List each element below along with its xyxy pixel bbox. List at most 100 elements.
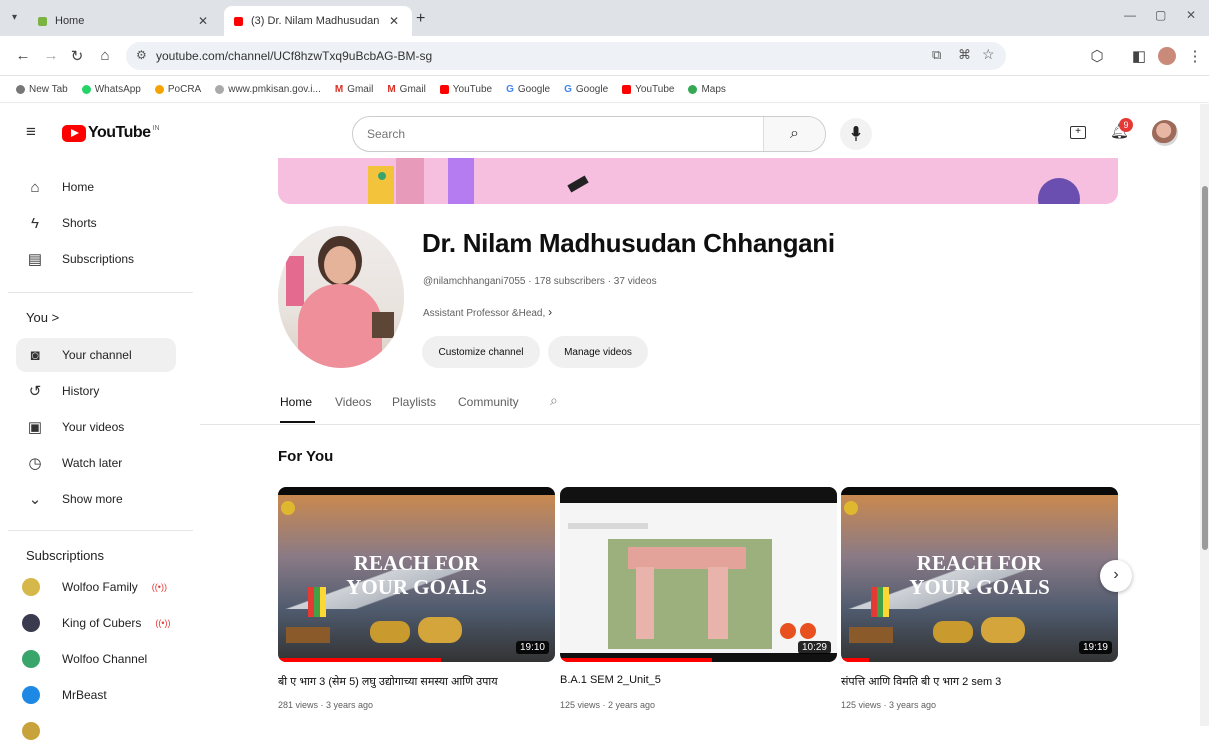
extensions-icon[interactable]: ⬡ [1088,47,1106,65]
reload-icon[interactable]: ↻ [68,47,86,65]
bookmark-whatsapp[interactable]: WhatsApp [81,84,141,95]
side-panel-icon[interactable]: ◧ [1130,47,1148,65]
video-title[interactable]: संपत्ति आणि विमति बी ए भाग 2 sem 3 [841,674,1117,689]
bookmark-youtube[interactable]: YouTube [439,84,492,95]
search-button[interactable]: ⌕ [763,117,825,151]
chevron-right-icon: > [51,310,60,325]
translate-icon[interactable]: ⌘ [958,47,971,63]
bookmark-pocra[interactable]: PoCRA [154,84,201,95]
video-meta: 281 views · 3 years ago [278,700,374,710]
youtube-play-logo-icon [62,124,86,142]
google-icon: G [564,84,572,95]
new-tab-button[interactable]: + [416,10,425,28]
whatsapp-icon [81,85,91,94]
channel-icon: ◙ [30,346,40,364]
channel-description[interactable]: Assistant Professor &Head, › [423,305,552,319]
subscription-item[interactable] [22,714,182,748]
next-videos-button[interactable]: › [1100,560,1132,592]
channel-search-icon[interactable]: ⌕ [550,392,558,409]
browser-tab-youtube[interactable]: (3) Dr. Nilam Madhusudan Chh ✕ [224,6,412,36]
scrollbar-thumb[interactable] [1202,186,1208,550]
account-avatar[interactable] [1152,120,1178,146]
bookmark-gmail[interactable]: M Gmail [335,84,373,95]
close-tab-icon[interactable]: ✕ [389,14,399,28]
thumbnail-photo [628,547,746,569]
browser-toolbar: ← → ↻ ⌂ ⚙ youtube.com/channel/UCf8hzwTxq… [0,36,1209,76]
sidebar-item-watch-later[interactable]: ◷ Watch later [16,446,176,480]
bookmark-google-2[interactable]: G Google [564,84,608,95]
sidebar-item-your-videos[interactable]: ▣ Your videos [16,410,176,444]
sidebar-item-show-more[interactable]: ⌄ Show more [16,482,176,516]
thumbnail-graphic [800,623,816,639]
search-input[interactable] [367,125,767,143]
video-duration: 19:10 [515,641,549,654]
video-thumbnail[interactable]: REACH FOR YOUR GOALS 19:10 [278,487,555,662]
search-icon: ⌕ [790,125,799,142]
forward-icon[interactable]: → [42,47,60,64]
profile-avatar[interactable] [1158,47,1176,65]
bookmark-star-icon[interactable]: ☆ [982,46,995,63]
create-video-icon[interactable]: + [1070,126,1086,139]
video-thumbnail[interactable]: REACH FOR YOUR GOALS 19:19 [841,487,1118,662]
channel-avatar-large[interactable] [278,226,404,368]
video-thumbnail[interactable]: 10:29 [560,487,837,662]
live-indicator-icon: ((•)) [151,582,167,592]
youtube-logo[interactable]: YouTube IN [62,124,160,142]
tab-search-icon[interactable]: ▾ [12,12,17,23]
bookmark-gmail-2[interactable]: M Gmail [387,84,425,95]
back-icon[interactable]: ← [14,47,32,64]
close-window-icon[interactable]: ✕ [1186,8,1196,22]
watch-progress-bar [278,658,442,662]
customize-channel-button[interactable]: Customize channel [422,336,540,368]
tab-community[interactable]: Community [458,395,519,409]
thumbnail-graphic [308,587,326,617]
menu-kebab-icon[interactable]: ⋮ [1186,47,1204,65]
close-tab-icon[interactable]: ✕ [198,14,208,28]
home-icon[interactable]: ⌂ [96,47,114,64]
gmail-icon: M [334,84,344,95]
notification-count-badge: 9 [1119,118,1133,132]
sidebar-item-home[interactable]: ⌂ Home [16,170,176,204]
home-icon: ⌂ [30,178,40,196]
hamburger-menu-icon[interactable]: ≡ [26,122,36,142]
sidebar-you-heading[interactable]: You > [26,310,59,325]
tab-home[interactable]: Home [280,395,312,409]
channel-avatar [22,614,40,632]
subscription-item[interactable]: King of Cubers ((•)) [22,606,182,640]
minimize-icon[interactable]: — [1124,8,1136,22]
bookmark-new-tab[interactable]: New Tab [16,84,68,95]
chevron-right-icon: › [548,305,553,319]
thumbnail-photo [708,567,728,639]
bookmark-youtube-2[interactable]: YouTube [622,84,674,95]
voice-search-button[interactable] [840,118,872,150]
pocra-icon [154,85,164,94]
sidebar-item-history[interactable]: ↺ History [16,374,176,408]
active-tab-indicator [280,421,315,423]
watch-progress-bar [560,658,713,662]
browser-tab-bar: ▾ Home ✕ (3) Dr. Nilam Madhusudan Chh ✕ … [0,0,1209,36]
bookmark-pmkisan[interactable]: www.pmkisan.gov.i... [215,84,321,95]
bookmark-google[interactable]: G Google [506,84,550,95]
maximize-icon[interactable]: ▢ [1155,8,1166,22]
subscription-item[interactable]: Wolfoo Channel [22,642,182,676]
tab-videos[interactable]: Videos [335,395,371,409]
screenshot-icon[interactable]: ⧉ [932,47,941,63]
site-info-icon[interactable]: ⚙ [136,48,147,62]
tab-playlists[interactable]: Playlists [392,395,436,409]
browser-tab-home[interactable]: Home ✕ [28,6,224,36]
manage-videos-button[interactable]: Manage videos [548,336,648,368]
sidebar-item-shorts[interactable]: ϟ Shorts [16,206,176,240]
video-title[interactable]: B.A.1 SEM 2_Unit_5 [560,674,836,686]
subscription-item[interactable]: MrBeast [22,678,182,712]
video-title[interactable]: बी ए भाग 3 (सेम 5) लघु उद्योगाच्या समस्य… [278,674,554,689]
video-duration: 19:19 [1078,641,1112,654]
subscriptions-icon: ▤ [27,251,43,268]
subscription-item[interactable]: Wolfoo Family ((•)) [22,570,182,604]
bookmark-maps[interactable]: Maps [688,84,726,95]
chevron-down-icon: ⌄ [28,491,42,508]
youtube-icon [622,85,632,94]
sidebar-item-your-channel[interactable]: ◙ Your channel [16,338,176,372]
sidebar-item-subscriptions[interactable]: ▤ Subscriptions [16,242,176,276]
address-bar[interactable]: ⚙ youtube.com/channel/UCf8hzwTxq9uBcbAG-… [126,42,1006,70]
channel-name: Dr. Nilam Madhusudan Chhangani [422,228,835,258]
